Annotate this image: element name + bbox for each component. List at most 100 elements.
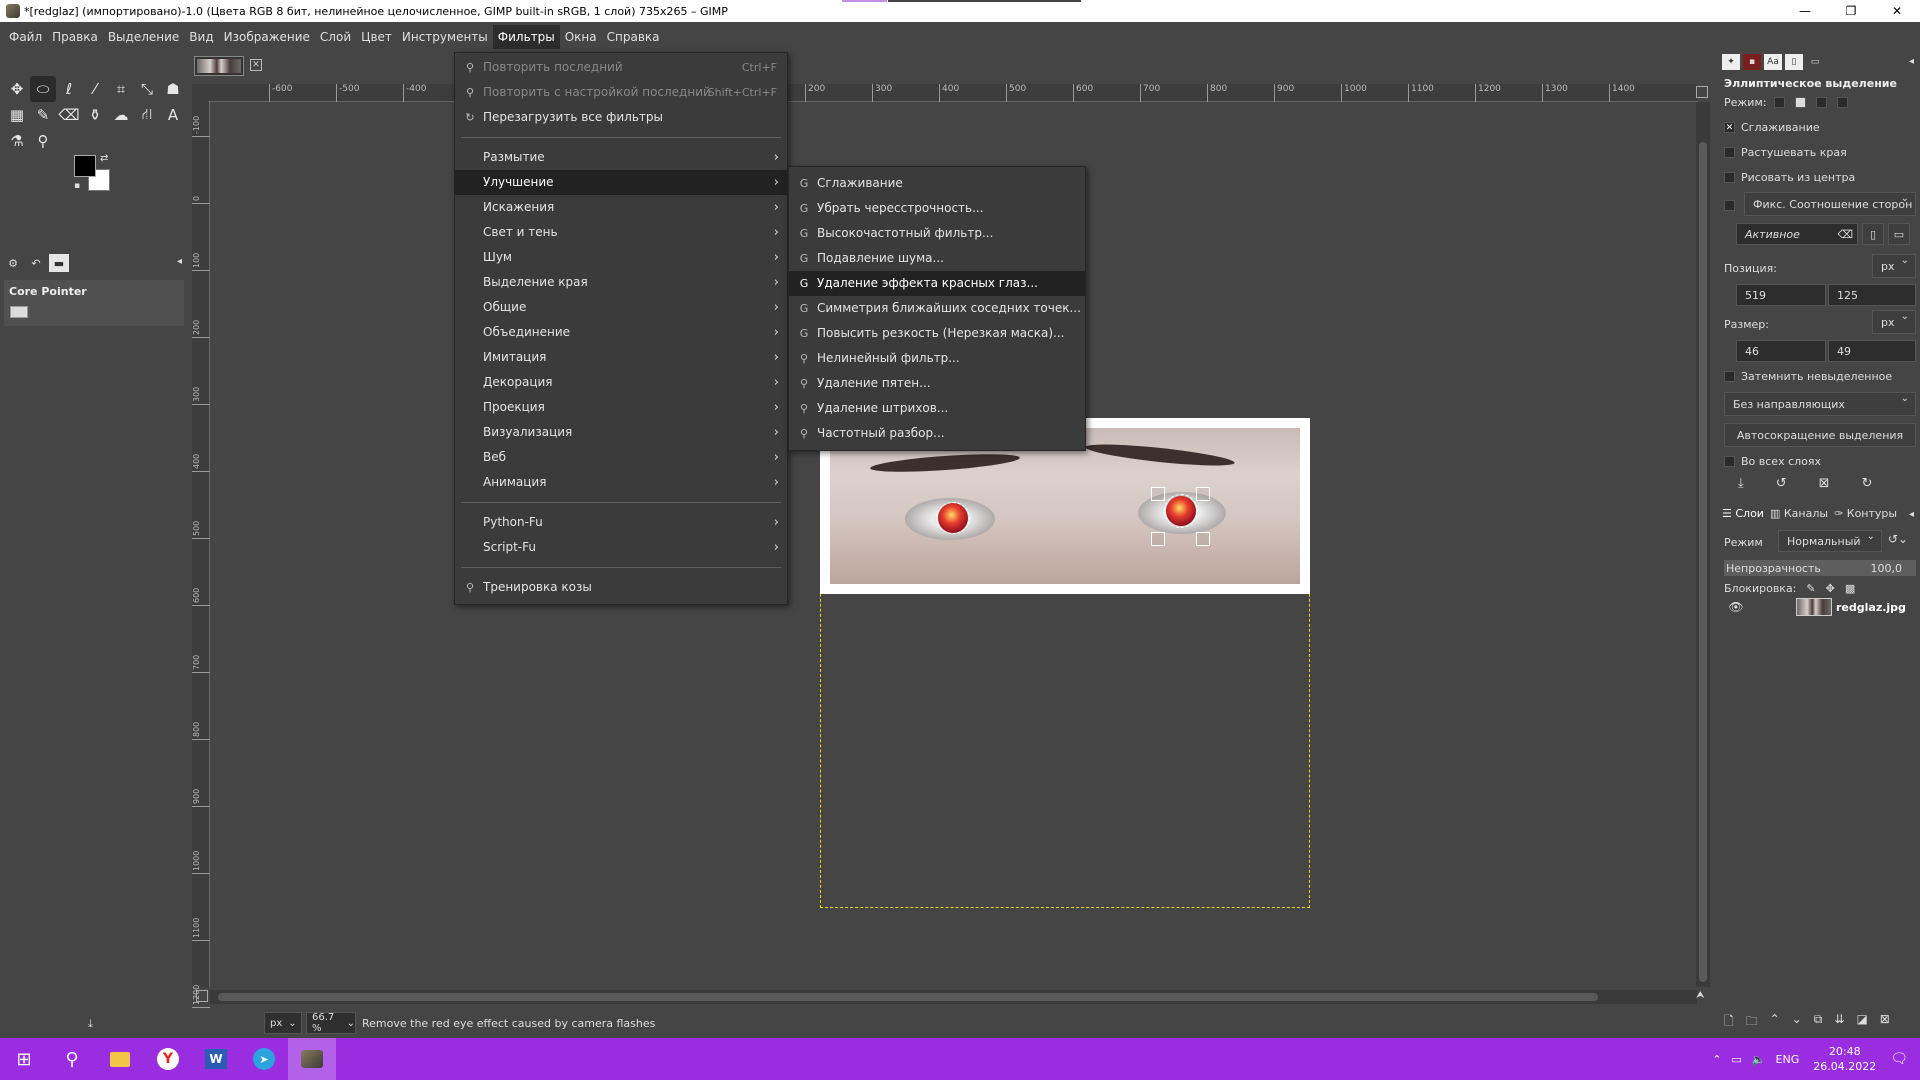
mode-add-icon[interactable] (1795, 97, 1807, 108)
menu-file[interactable]: Файл (4, 25, 47, 49)
language-indicator[interactable]: ENG (1776, 1053, 1800, 1066)
clear-icon[interactable]: ⌫ (1837, 228, 1853, 241)
highlight-checkbox[interactable] (1724, 371, 1735, 382)
submenu-edge-detect[interactable]: Выделение края › (455, 270, 787, 295)
network-icon[interactable]: ▭ (1731, 1053, 1741, 1066)
menu-color[interactable]: Цвет (356, 25, 397, 49)
horizontal-scroll-thumb[interactable] (218, 993, 1598, 1001)
device-status-tab-icon[interactable]: ▬ (49, 254, 69, 272)
telegram-icon[interactable]: ➤ (240, 1038, 288, 1080)
clone-tool-icon[interactable]: ⚱ (82, 102, 108, 128)
horizontal-ruler[interactable]: -600-500-400-300-200-1000100200300400500… (208, 84, 1698, 102)
dock-bottom-icon[interactable]: ⤓ (88, 1017, 93, 1031)
menu-item-nl-filter[interactable]: ⚲ Нелинейный фильтр... (789, 346, 1085, 371)
restore-preset-icon[interactable]: ↺ (1776, 476, 1787, 491)
menu-edit[interactable]: Правка (47, 25, 103, 49)
menu-item-high-pass[interactable]: G Высокочастотный фильтр... (789, 221, 1085, 246)
dock-configure-icon[interactable]: ◂ (177, 256, 182, 267)
size-w-field[interactable]: 46 (1736, 340, 1826, 362)
position-x-field[interactable]: 519 (1736, 284, 1826, 306)
fg-bg-colors[interactable]: ⇄ ▪ (74, 153, 118, 199)
menu-item-reshow-last[interactable]: ⚲ Повторить с настройкой последний Shift… (455, 80, 787, 105)
minimize-button[interactable]: — (1782, 0, 1828, 22)
tool-options-tab-icon[interactable]: ✦ (1722, 54, 1740, 70)
visibility-eye-icon[interactable]: 👁 (1724, 600, 1748, 614)
menu-filters[interactable]: Фильтры (492, 25, 560, 49)
submenu-combine[interactable]: Объединение › (455, 320, 787, 345)
antialias-row[interactable]: ✕ Сглаживание (1724, 121, 1820, 134)
zoom-tool-icon[interactable]: ⚲ (30, 128, 56, 154)
dock-configure-icon[interactable]: ◂ (1909, 509, 1914, 520)
unified-transform-tool-icon[interactable]: ⤡ (134, 76, 160, 102)
layer-row[interactable]: 👁 redglaz.jpg (1724, 592, 1916, 622)
menu-item-symmetric-nearest-neighbor[interactable]: G Симметрия ближайших соседних точек... (789, 296, 1085, 321)
submenu-script-fu[interactable]: Script-Fu › (455, 535, 787, 560)
image-tab-close-icon[interactable]: ✕ (250, 59, 262, 71)
submenu-map[interactable]: Проекция › (455, 395, 787, 420)
auto-shrink-button[interactable]: Автосокращение выделения (1724, 423, 1916, 447)
tab-paths[interactable]: ✑ Контуры (1834, 507, 1897, 520)
horizontal-scrollbar[interactable] (210, 990, 1697, 1004)
reset-options-icon[interactable]: ↻ (1862, 476, 1873, 491)
crop-tool-icon[interactable]: ⌗ (108, 76, 134, 102)
lower-layer-icon[interactable]: ⌄ (1792, 1012, 1802, 1033)
smudge-tool-icon[interactable]: ☁ (108, 102, 134, 128)
layer-mode-dropdown[interactable]: Нормальный ⌄ (1778, 530, 1882, 552)
menu-item-antialias[interactable]: G Сглаживание (789, 171, 1085, 196)
duplicate-layer-icon[interactable]: ⧉ (1814, 1012, 1823, 1033)
menu-view[interactable]: Вид (184, 25, 218, 49)
ruler-corner[interactable] (192, 84, 208, 102)
selection-handle-nw[interactable] (1151, 487, 1165, 501)
word-icon[interactable]: W (192, 1038, 240, 1080)
notifications-icon[interactable]: 🗨 (1890, 1051, 1908, 1067)
navigate-icon[interactable]: ⮝ (1696, 990, 1710, 1004)
submenu-artistic[interactable]: Имитация › (455, 345, 787, 370)
submenu-decor[interactable]: Декорация › (455, 370, 787, 395)
close-button[interactable]: ✕ (1874, 0, 1920, 22)
highlight-row[interactable]: Затемнить невыделенное (1724, 370, 1892, 383)
tab-layers[interactable]: ☰ Слои (1722, 507, 1764, 520)
menu-item-reset-all-filters[interactable]: ↻ Перезагрузить все фильтры (455, 105, 787, 130)
foreground-color-swatch[interactable] (74, 155, 96, 177)
swap-colors-icon[interactable]: ⇄ (100, 153, 108, 164)
menu-image[interactable]: Изображение (219, 25, 315, 49)
submenu-light-shadow[interactable]: Свет и тень › (455, 220, 787, 245)
menu-tools[interactable]: Инструменты (397, 25, 493, 49)
new-group-icon[interactable]: 🗀 (1746, 1012, 1758, 1033)
tab-channels[interactable]: ▥ Каналы (1770, 507, 1828, 520)
size-h-field[interactable]: 49 (1828, 340, 1916, 362)
menu-item-noise-reduction[interactable]: G Подавление шума... (789, 246, 1085, 271)
size-unit-dropdown[interactable]: px ⌄ (1872, 310, 1916, 334)
paintbrush-tool-icon[interactable]: ✎ (30, 102, 56, 128)
paths-tool-icon[interactable]: ⛙ (134, 102, 160, 128)
tray-overflow-icon[interactable]: ⌃ (1712, 1053, 1721, 1066)
menu-select[interactable]: Выделение (103, 25, 184, 49)
aspect-value-field[interactable]: Активное ⌫ (1736, 223, 1858, 245)
menu-item-red-eye-removal[interactable]: G Удаление эффекта красных глаз... (789, 271, 1085, 296)
warp-transform-tool-icon[interactable]: ☗ (160, 76, 186, 102)
menu-item-despeckle[interactable]: ⚲ Удаление пятен... (789, 371, 1085, 396)
mode-subtract-icon[interactable] (1816, 97, 1828, 108)
menu-item-wavelet-decompose[interactable]: ⚲ Частотный разбор... (789, 421, 1085, 446)
menu-layer[interactable]: Слой (315, 25, 356, 49)
yandex-browser-icon[interactable]: Y (144, 1038, 192, 1080)
selection-handle-ne[interactable] (1196, 487, 1210, 501)
feather-row[interactable]: Растушевать края (1724, 146, 1847, 159)
position-unit-dropdown[interactable]: px ⌄ (1872, 254, 1916, 278)
vertical-scrollbar[interactable] (1696, 102, 1710, 987)
fuzzy-select-tool-icon[interactable]: ⁄ (82, 76, 108, 102)
fixed-aspect-dropdown[interactable]: Фикс. Соотношение сторон ⌄ (1744, 192, 1916, 216)
color-picker-tool-icon[interactable]: ⚗ (4, 128, 30, 154)
mode-replace-icon[interactable] (1774, 97, 1786, 108)
portrait-button[interactable]: ▯ (1862, 223, 1884, 245)
document-tab-icon[interactable]: ▯ (1785, 54, 1803, 70)
free-select-tool-icon[interactable]: ℓ (56, 76, 82, 102)
move-tool-icon[interactable]: ✥ (4, 76, 30, 102)
gimp-taskbar-icon[interactable] (288, 1038, 336, 1080)
all-layers-checkbox[interactable] (1724, 456, 1735, 467)
clock[interactable]: 20:48 26.04.2022 (1813, 1044, 1876, 1074)
file-explorer-icon[interactable] (96, 1038, 144, 1080)
dock-configure-icon[interactable]: ◂ (1909, 56, 1914, 67)
antialias-checkbox[interactable]: ✕ (1724, 122, 1735, 133)
maximize-button[interactable]: ❐ (1828, 0, 1874, 22)
